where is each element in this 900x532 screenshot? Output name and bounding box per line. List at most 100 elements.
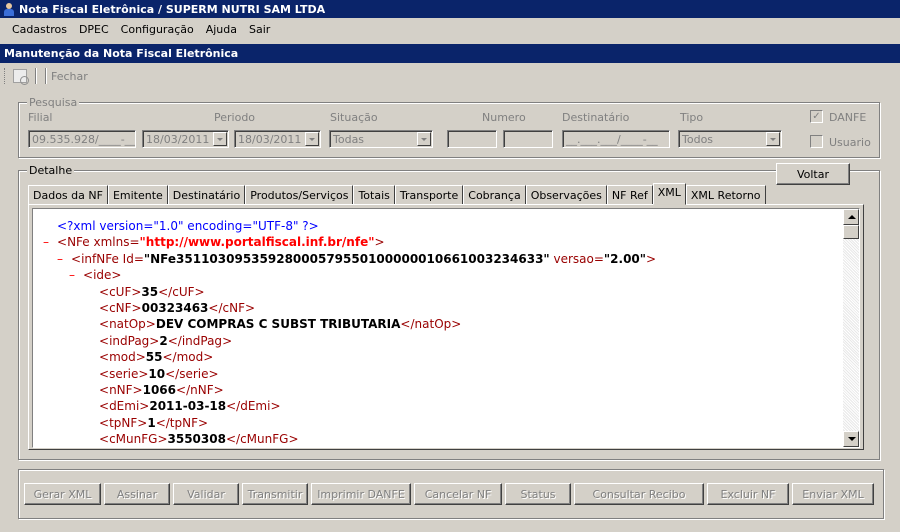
tab-dados-nf[interactable]: Dados da NF bbox=[28, 185, 108, 205]
filial-field[interactable]: 09.535.928/____-__ bbox=[28, 130, 136, 148]
xml-field-line: <cUF>35</cUF> bbox=[99, 284, 205, 299]
xml-tag-close: dEmi bbox=[240, 399, 271, 414]
status-button[interactable]: Status bbox=[505, 483, 571, 505]
scroll-down-icon[interactable] bbox=[843, 431, 859, 447]
menu-bar: Cadastros DPEC Configuração Ajuda Sair bbox=[0, 18, 900, 40]
xml-tag-close: natOp bbox=[414, 317, 452, 332]
assinar-button[interactable]: Assinar bbox=[104, 483, 170, 505]
xml-field-line: <natOp>DEV COMPRAS C SUBST TRIBUTARIA</n… bbox=[99, 317, 462, 332]
destinatario-field[interactable]: __.___.___/____-__ bbox=[562, 130, 670, 148]
xml-field-line: <dEmi>2011-03-18</dEmi> bbox=[99, 399, 281, 414]
tab-totais[interactable]: Totais bbox=[353, 185, 395, 205]
usuario-checkbox[interactable] bbox=[810, 135, 823, 148]
tab-emitente[interactable]: Emitente bbox=[107, 185, 168, 205]
validar-button[interactable]: Validar bbox=[173, 483, 239, 505]
xml-field-line: <indPag>2</indPag> bbox=[99, 333, 233, 348]
destinatario-label: Destinatário bbox=[562, 111, 630, 124]
toolbar-separator bbox=[45, 68, 47, 84]
window-titlebar: Nota Fiscal Eletrônica / SUPERM NUTRI SA… bbox=[0, 0, 900, 18]
xml-tag-close: serie bbox=[179, 366, 209, 381]
situacao-dropdown-icon[interactable] bbox=[417, 132, 431, 146]
filial-label: Filial bbox=[28, 111, 53, 124]
toolbar-grip[interactable] bbox=[4, 68, 7, 84]
xml-tag-value: 1066 bbox=[142, 382, 177, 397]
tab-observacoes[interactable]: Observações bbox=[525, 185, 607, 205]
transmitir-button[interactable]: Transmitir bbox=[242, 483, 308, 505]
tab-nf-ref[interactable]: NF Ref bbox=[606, 185, 653, 205]
tab-cobranca[interactable]: Cobrança bbox=[463, 185, 526, 205]
xml-viewer[interactable]: <?xml version="1.0" encoding="UTF-8" ?> … bbox=[32, 208, 860, 448]
enviar-xml-button[interactable]: Enviar XML bbox=[792, 483, 874, 505]
xml-field-line: <cNF>00323463</cNF> bbox=[99, 300, 256, 315]
xml-tag-name: mod bbox=[109, 350, 136, 365]
menu-dpec[interactable]: DPEC bbox=[73, 23, 115, 36]
xml-field-line: <mod>55</mod> bbox=[99, 350, 214, 365]
preview-icon[interactable] bbox=[13, 69, 29, 85]
close-button[interactable]: Fechar bbox=[51, 70, 88, 83]
xml-tag-value: 2 bbox=[159, 333, 168, 348]
situacao-select[interactable]: Todas bbox=[329, 130, 433, 148]
menu-sair[interactable]: Sair bbox=[243, 23, 276, 36]
tab-produtos-servicos[interactable]: Produtos/Serviços bbox=[245, 185, 354, 205]
tipo-dropdown-icon[interactable] bbox=[766, 132, 780, 146]
date-from-field[interactable]: 18/03/2011 bbox=[142, 130, 229, 148]
tab-destinatario[interactable]: Destinatário bbox=[167, 185, 246, 205]
xml-tag-name: cNF bbox=[109, 300, 132, 315]
xml-field-line: <cMunFG>3550308</cMunFG> bbox=[99, 432, 299, 447]
scroll-thumb[interactable] bbox=[843, 225, 859, 239]
numero-to-field[interactable] bbox=[503, 130, 553, 148]
tab-xml-retorno[interactable]: XML Retorno bbox=[685, 185, 766, 205]
collapse-infnfe-icon[interactable]: – bbox=[57, 252, 63, 266]
tipo-label: Tipo bbox=[680, 111, 704, 124]
xml-tag-name: indPag bbox=[109, 333, 150, 348]
xml-tag-close: cUF bbox=[172, 284, 195, 299]
tab-transporte[interactable]: Transporte bbox=[394, 185, 464, 205]
scroll-up-icon[interactable] bbox=[843, 209, 859, 225]
collapse-ide-icon[interactable]: – bbox=[69, 268, 75, 282]
periodo-label: Periodo bbox=[214, 111, 256, 124]
toolbar: Fechar bbox=[0, 64, 900, 88]
xml-tag-name: natOp bbox=[109, 317, 146, 332]
search-group-label: Pesquisa bbox=[27, 96, 80, 109]
xml-content: <?xml version="1.0" encoding="UTF-8" ?> … bbox=[33, 219, 657, 447]
menu-cadastros[interactable]: Cadastros bbox=[6, 23, 73, 36]
detail-group-label: Detalhe bbox=[27, 164, 75, 177]
tipo-select[interactable]: Todos bbox=[678, 130, 782, 148]
danfe-checkbox[interactable]: ✓ bbox=[810, 110, 823, 123]
xml-field-line: <nNF>1066</nNF> bbox=[99, 382, 224, 397]
child-window-title: Manutenção da Nota Fiscal Eletrônica bbox=[0, 44, 900, 63]
date-to-dropdown-icon[interactable] bbox=[305, 132, 319, 146]
xml-field-line: <tpNF>1</tpNF> bbox=[99, 415, 209, 430]
date-to-field[interactable]: 18/03/2011 bbox=[234, 130, 321, 148]
tab-xml[interactable]: XML bbox=[652, 183, 686, 205]
cancelar-nf-button[interactable]: Cancelar NF bbox=[414, 483, 502, 505]
consultar-recibo-button[interactable]: Consultar Recibo bbox=[574, 483, 704, 505]
gerar-xml-button[interactable]: Gerar XML bbox=[24, 483, 101, 505]
xml-scrollbar[interactable] bbox=[843, 209, 859, 447]
detail-tabs: Dados da NF Emitente Destinatário Produt… bbox=[28, 183, 766, 205]
numero-label: Numero bbox=[482, 111, 526, 124]
danfe-label: DANFE bbox=[829, 111, 867, 124]
excluir-nf-button[interactable]: Excluir NF bbox=[707, 483, 789, 505]
xml-tag-value: 3550308 bbox=[167, 432, 226, 447]
collapse-nfe-icon[interactable]: – bbox=[43, 235, 49, 249]
back-button[interactable]: Voltar bbox=[776, 163, 850, 185]
menu-configuracao[interactable]: Configuração bbox=[115, 23, 200, 36]
xml-tag-name: serie bbox=[109, 366, 139, 381]
xml-tag-value: 35 bbox=[141, 284, 159, 299]
xml-tag-name: cUF bbox=[109, 284, 132, 299]
numero-from-field[interactable] bbox=[447, 130, 497, 148]
xml-nfe-node: – <NFe xmlns="http://www.portalfiscal.in… bbox=[43, 235, 385, 250]
menu-ajuda[interactable]: Ajuda bbox=[200, 23, 243, 36]
xml-infnfe-node: – <infNFe Id="NFe35110309535928000579550… bbox=[57, 251, 657, 266]
xml-tag-value: 2011-03-18 bbox=[149, 399, 227, 414]
usuario-label: Usuario bbox=[829, 136, 871, 149]
xml-field-line: <serie>10</serie> bbox=[99, 366, 219, 381]
date-from-dropdown-icon[interactable] bbox=[213, 132, 227, 146]
xml-tag-close: indPag bbox=[181, 333, 223, 348]
xml-ide-node: – <ide> bbox=[69, 268, 122, 283]
xml-tag-name: tpNF bbox=[109, 415, 138, 430]
app-person-icon bbox=[2, 2, 16, 16]
imprimir-danfe-button[interactable]: Imprimir DANFE bbox=[311, 483, 411, 505]
situacao-label: Situação bbox=[330, 111, 378, 124]
